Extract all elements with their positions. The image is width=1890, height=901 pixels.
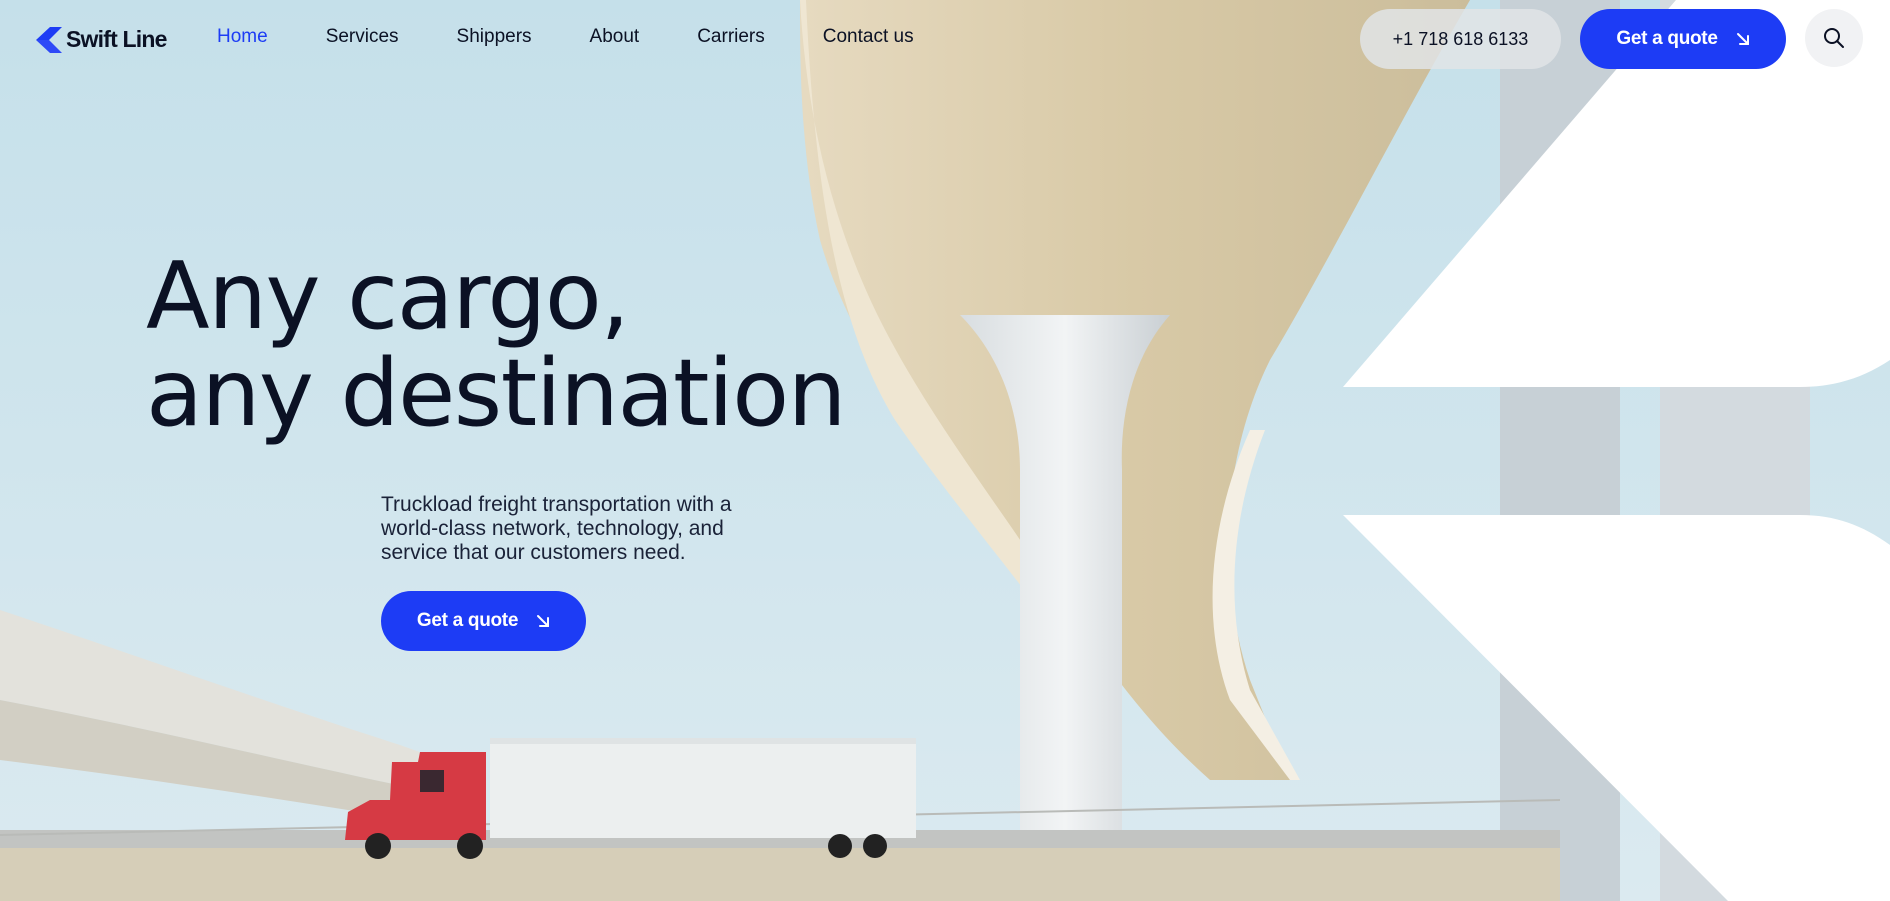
search-icon (1824, 28, 1844, 48)
arrow-down-right-icon (1736, 33, 1749, 45)
hero-get-quote-label: Get a quote (416, 610, 519, 631)
hero-background-image (0, 0, 1890, 901)
hero-headline-line2: any destination (146, 339, 847, 447)
nav-carriers[interactable]: Carriers (697, 26, 765, 48)
main-nav: Home Services Shippers About Carriers Co… (217, 26, 914, 48)
hero-headline-line1: Any cargo, (146, 242, 630, 350)
hero-get-quote-button[interactable]: Get a quote (381, 591, 586, 651)
logo-chevron-icon (36, 26, 62, 53)
header-get-quote-label: Get a quote (1616, 28, 1718, 49)
nav-services[interactable]: Services (326, 26, 399, 48)
nav-contact-us[interactable]: Contact us (823, 26, 914, 48)
logo[interactable]: Swift Line (36, 26, 167, 53)
hero-description: Truckload freight transportation with a … (381, 493, 732, 564)
hero-headline: Any cargo, any destination (146, 242, 847, 447)
header-get-quote-button[interactable]: Get a quote (1580, 9, 1786, 69)
nav-home[interactable]: Home (217, 26, 268, 48)
nav-about[interactable]: About (590, 26, 640, 48)
phone-button[interactable]: +1 718 618 6133 (1360, 9, 1561, 69)
search-button[interactable] (1805, 9, 1863, 67)
arrow-down-right-icon (537, 615, 550, 627)
logo-text: Swift Line (66, 26, 167, 52)
nav-shippers[interactable]: Shippers (457, 26, 532, 48)
hero-section (0, 0, 1890, 901)
phone-number: +1 718 618 6133 (1392, 28, 1529, 49)
